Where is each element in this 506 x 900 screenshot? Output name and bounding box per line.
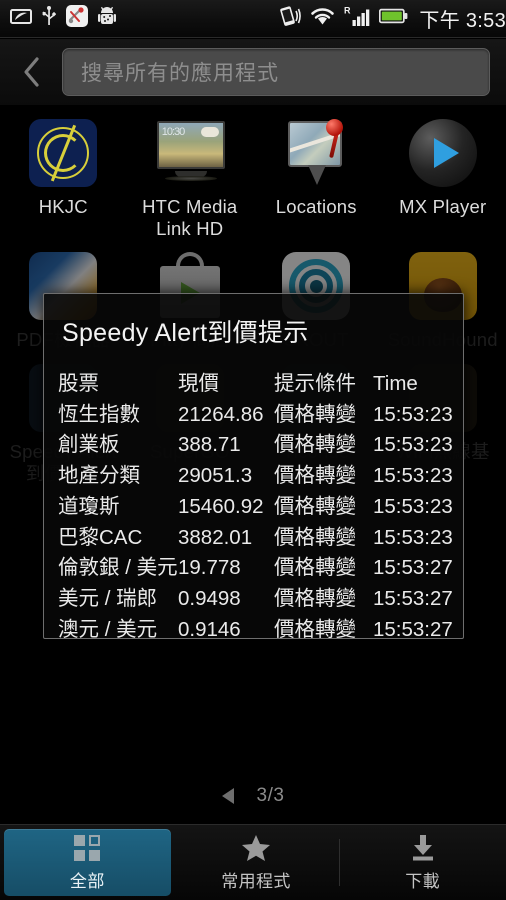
cell-stock: 創業板	[58, 433, 120, 457]
tab-all[interactable]: 全部	[4, 829, 171, 896]
cell-condition: 價格轉變	[274, 525, 356, 549]
status-bar-right-icons: R	[277, 5, 419, 32]
back-chevron-icon[interactable]	[0, 39, 62, 105]
roaming-signal-icon: R	[344, 5, 370, 32]
cell-stock: 巴黎CAC	[58, 525, 143, 549]
app-label: MX Player	[399, 196, 487, 217]
app-icon-htc-media-link[interactable]: 10:30 HTC Media Link HD	[127, 106, 254, 239]
cell-stock: 倫敦銀 / 美元	[58, 556, 178, 580]
table-row[interactable]: 創業板 388.71 價格轉變 15:53:23	[44, 432, 463, 463]
usb-icon	[42, 5, 57, 32]
app-icon-mx-player[interactable]: MX Player	[380, 106, 506, 239]
status-bar: R 下午 3:53	[0, 0, 506, 38]
cell-condition: 價格轉變	[274, 617, 356, 639]
cell-price: 15460.92	[178, 494, 264, 518]
column-header-condition: 提示條件	[274, 372, 356, 395]
cell-time: 15:53:27	[373, 587, 453, 611]
page-indicator: 3/3	[0, 778, 506, 814]
cell-price: 0.9146	[178, 617, 241, 639]
dialog-title: Speedy Alert到價提示	[62, 319, 309, 347]
cell-stock: 恆生指數	[58, 402, 140, 426]
cell-condition: 價格轉變	[274, 433, 356, 457]
cell-price: 29051.3	[178, 464, 253, 488]
table-row[interactable]: 地產分類 29051.3 價格轉變 15:53:23	[44, 463, 463, 494]
status-bar-left-icons	[0, 5, 277, 32]
search-placeholder-text: 搜尋所有的應用程式	[81, 62, 279, 85]
search-bar-row: 搜尋所有的應用程式	[0, 39, 506, 105]
table-row[interactable]: 巴黎CAC 3882.01 價格轉變 15:53:23	[44, 525, 463, 556]
app-icon-locations[interactable]: Locations	[253, 106, 380, 239]
tab-frequent[interactable]: 常用程式	[173, 825, 340, 900]
speedy-alert-dialog: Speedy Alert到價提示 股票 現價 提示條件 Time 恆生指數 21…	[43, 293, 464, 639]
status-bar-clock: 下午 3:53	[419, 10, 506, 32]
cell-stock: 道瓊斯	[58, 494, 120, 518]
table-row[interactable]: 道瓊斯 15460.92 價格轉變 15:53:23	[44, 494, 463, 525]
wifi-icon	[310, 6, 335, 31]
table-header-row: 股票 現價 提示條件 Time	[44, 371, 463, 402]
grid-icon	[74, 833, 101, 863]
tab-label: 常用程式	[221, 872, 291, 891]
alert-table: 股票 現價 提示條件 Time 恆生指數 21264.86 價格轉變 15:53…	[44, 371, 463, 639]
cell-stock: 澳元 / 美元	[58, 617, 158, 639]
page-count-text: 3/3	[256, 785, 285, 806]
sync-tools-icon	[66, 5, 88, 32]
cell-time: 15:53:23	[373, 402, 453, 426]
cell-time: 15:53:23	[373, 433, 453, 457]
table-row[interactable]: 倫敦銀 / 美元 19.778 價格轉變 15:53:27	[44, 555, 463, 586]
cell-price: 19.778	[178, 556, 241, 580]
svg-text:R: R	[344, 6, 351, 16]
htc-media-link-icon: 10:30	[153, 116, 227, 190]
battery-icon	[379, 8, 408, 29]
app-label: Locations	[275, 196, 357, 217]
cell-time: 15:53:27	[373, 617, 453, 639]
table-row[interactable]: 美元 / 瑞郎 0.9498 價格轉變 15:53:27	[44, 586, 463, 617]
app-icon-hkjc[interactable]: HKJC	[0, 106, 127, 239]
app-grid-row: HKJC 10:30 HTC Media Link HD Locations M…	[0, 106, 506, 239]
prev-triangle-icon[interactable]	[221, 788, 235, 804]
download-arrow-icon	[409, 833, 437, 863]
cell-price: 3882.01	[178, 525, 253, 549]
bottom-tab-bar: 全部 常用程式 下載	[0, 824, 506, 900]
table-row[interactable]: 澳元 / 美元 0.9146 價格轉變 15:53:27	[44, 617, 463, 639]
cell-stock: 美元 / 瑞郎	[58, 587, 158, 611]
android-app-drawer-screen: R 下午 3:53 搜尋所有的應用程式 HKJC 10:30 HTC Media…	[0, 0, 506, 900]
cell-condition: 價格轉變	[274, 464, 356, 488]
star-icon	[241, 833, 271, 863]
search-input[interactable]: 搜尋所有的應用程式	[62, 48, 490, 96]
cell-condition: 價格轉變	[274, 587, 356, 611]
column-header-stock: 股票	[58, 372, 99, 395]
cell-condition: 價格轉變	[274, 556, 356, 580]
tab-label: 下載	[405, 872, 441, 891]
column-header-price: 現價	[178, 372, 219, 395]
cell-time: 15:53:23	[373, 525, 453, 549]
cell-stock: 地產分類	[58, 464, 140, 488]
cell-time: 15:53:23	[373, 464, 453, 488]
app-label: HKJC	[38, 196, 88, 217]
cell-time: 15:53:27	[373, 556, 453, 580]
cell-condition: 價格轉變	[274, 494, 356, 518]
tab-label: 全部	[69, 872, 105, 891]
mx-player-icon	[406, 116, 480, 190]
vibrate-icon	[277, 5, 302, 32]
hkjc-icon	[26, 116, 100, 190]
cell-price: 0.9498	[178, 587, 241, 611]
table-row[interactable]: 恆生指數 21264.86 價格轉變 15:53:23	[44, 402, 463, 433]
app-label: HTC Media Link HD	[142, 196, 238, 239]
cell-price: 21264.86	[178, 402, 264, 426]
column-header-time: Time	[373, 372, 418, 395]
cell-condition: 價格轉變	[274, 402, 356, 426]
android-debug-icon	[98, 6, 116, 32]
locations-map-pin-icon	[279, 116, 353, 190]
camera-photo-icon	[10, 8, 32, 30]
cell-time: 15:53:23	[373, 494, 453, 518]
cell-price: 388.71	[178, 433, 241, 457]
tab-downloads[interactable]: 下載	[339, 825, 506, 900]
